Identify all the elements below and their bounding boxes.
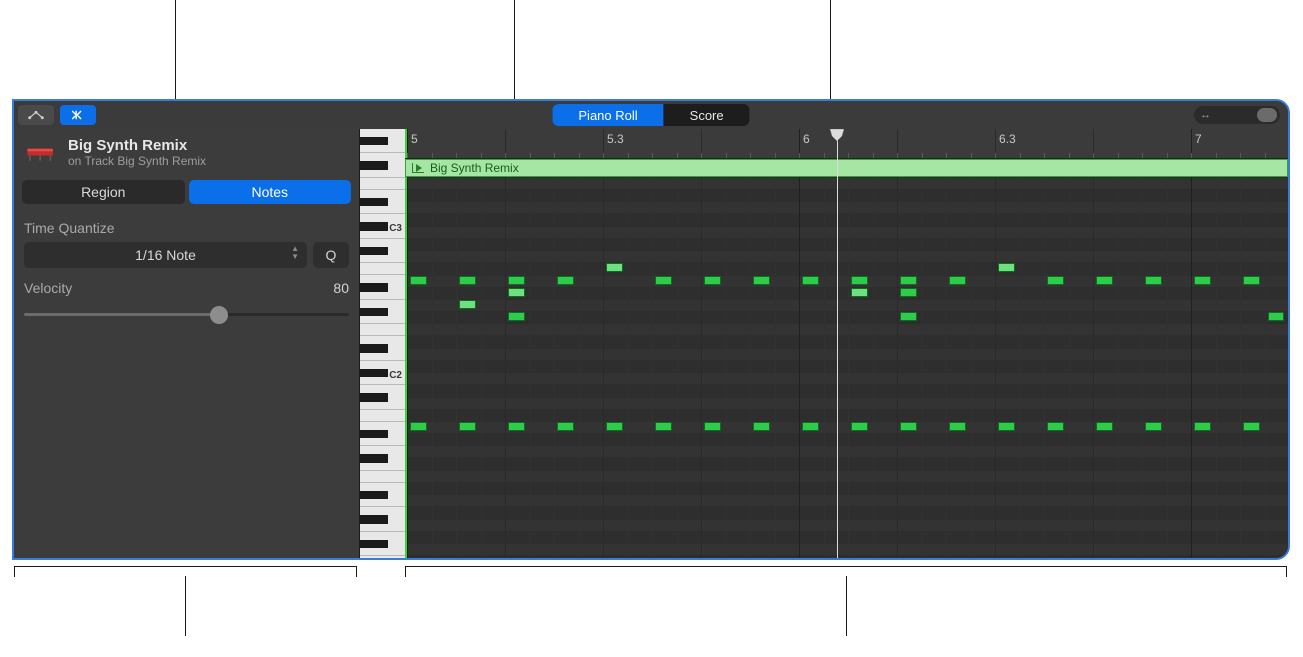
midi-note[interactable]: [1194, 422, 1211, 431]
key-label: C3: [389, 223, 402, 234]
region-bar[interactable]: Big Synth Remix: [405, 159, 1288, 177]
midi-note[interactable]: [1243, 276, 1260, 285]
velocity-label: Velocity: [24, 280, 72, 296]
tab-region[interactable]: Region: [22, 180, 185, 204]
track-instrument-icon: [24, 141, 58, 165]
ruler-label: 5: [411, 132, 418, 146]
velocity-slider[interactable]: [24, 304, 349, 324]
note-grid-area: 5 5.3 6 6.3 7 Big Synth Remix: [405, 129, 1288, 558]
dropdown-arrows-icon: ▲▼: [291, 245, 299, 261]
midi-note[interactable]: [557, 276, 574, 285]
midi-note[interactable]: [900, 422, 917, 431]
midi-note[interactable]: [410, 422, 427, 431]
midi-note[interactable]: [1145, 422, 1162, 431]
midi-note[interactable]: [1243, 422, 1260, 431]
midi-note[interactable]: [802, 276, 819, 285]
midi-note[interactable]: [508, 422, 525, 431]
midi-note[interactable]: [851, 288, 868, 297]
midi-note[interactable]: [1194, 276, 1211, 285]
ruler-label: 5.3: [607, 132, 624, 146]
automation-button[interactable]: [18, 105, 54, 125]
time-quantize-label: Time Quantize: [24, 220, 349, 236]
midi-note[interactable]: [998, 263, 1015, 272]
midi-note[interactable]: [851, 422, 868, 431]
region-play-icon: [412, 163, 424, 173]
midi-note[interactable]: [1096, 276, 1113, 285]
midi-note[interactable]: [508, 288, 525, 297]
midi-note[interactable]: [508, 276, 525, 285]
velocity-value: 80: [333, 280, 349, 296]
time-quantize-value: 1/16 Note: [135, 247, 196, 263]
midi-note[interactable]: [704, 276, 721, 285]
midi-note[interactable]: [949, 422, 966, 431]
time-ruler[interactable]: 5 5.3 6 6.3 7: [405, 129, 1288, 159]
horizontal-zoom-slider[interactable]: ↔: [1194, 106, 1280, 124]
view-switcher: Piano Roll Score: [552, 104, 749, 126]
midi-note[interactable]: [998, 422, 1015, 431]
midi-note[interactable]: [753, 422, 770, 431]
region-name: Big Synth Remix: [68, 137, 206, 154]
automation-curve-icon: [27, 108, 45, 122]
callout-line-top-2: [514, 0, 515, 99]
midi-note[interactable]: [900, 276, 917, 285]
midi-note[interactable]: [508, 312, 525, 321]
key-label: C2: [389, 370, 402, 381]
callout-bracket-inspector: [14, 566, 357, 576]
midi-note[interactable]: [1047, 422, 1064, 431]
midi-note[interactable]: [1145, 276, 1162, 285]
playhead[interactable]: [837, 129, 838, 558]
midi-note[interactable]: [851, 276, 868, 285]
region-bar-label: Big Synth Remix: [430, 161, 519, 175]
midi-note[interactable]: [1268, 312, 1285, 321]
ruler-label: 6.3: [999, 132, 1016, 146]
midi-note[interactable]: [802, 422, 819, 431]
callout-bracket-grid: [405, 566, 1287, 576]
time-quantize-dropdown[interactable]: 1/16 Note ▲▼: [24, 242, 307, 268]
piano-keyboard[interactable]: C3 C2: [359, 129, 405, 558]
inspector-panel: Big Synth Remix on Track Big Synth Remix…: [14, 129, 359, 558]
region-header: Big Synth Remix on Track Big Synth Remix: [14, 129, 359, 174]
callout-line-bottom-2: [846, 576, 847, 636]
callout-line-bottom-1: [185, 576, 186, 636]
ruler-label: 7: [1195, 132, 1202, 146]
midi-note[interactable]: [949, 276, 966, 285]
midi-note[interactable]: [606, 422, 623, 431]
catch-playhead-button[interactable]: [60, 105, 96, 125]
midi-note[interactable]: [900, 288, 917, 297]
midi-note[interactable]: [557, 422, 574, 431]
note-grid[interactable]: [405, 177, 1288, 558]
midi-note[interactable]: [655, 276, 672, 285]
zoom-arrow-icon: ↔: [1194, 109, 1217, 121]
callout-line-top-1: [175, 0, 176, 99]
midi-note[interactable]: [900, 312, 917, 321]
inspector-tabs: Region Notes: [14, 174, 359, 210]
midi-note[interactable]: [410, 276, 427, 285]
midi-note[interactable]: [655, 422, 672, 431]
midi-note[interactable]: [459, 276, 476, 285]
region-subtitle: on Track Big Synth Remix: [68, 154, 206, 168]
midi-note[interactable]: [459, 422, 476, 431]
tab-score[interactable]: Score: [664, 104, 750, 126]
piano-roll-editor-window: Piano Roll Score ↔: [12, 99, 1290, 560]
callout-line-top-3: [830, 0, 831, 99]
midi-note[interactable]: [1047, 276, 1064, 285]
ruler-label: 6: [803, 132, 810, 146]
midi-note[interactable]: [1096, 422, 1113, 431]
midi-note[interactable]: [606, 263, 623, 272]
playhead-head-icon: [829, 129, 845, 142]
midi-note[interactable]: [704, 422, 721, 431]
tab-piano-roll[interactable]: Piano Roll: [552, 104, 663, 126]
midi-note[interactable]: [459, 300, 476, 309]
tab-notes[interactable]: Notes: [189, 180, 352, 204]
editor-top-bar: Piano Roll Score ↔: [14, 101, 1288, 129]
quantize-button[interactable]: Q: [313, 242, 349, 268]
midi-note[interactable]: [753, 276, 770, 285]
catch-icon: [69, 108, 87, 122]
